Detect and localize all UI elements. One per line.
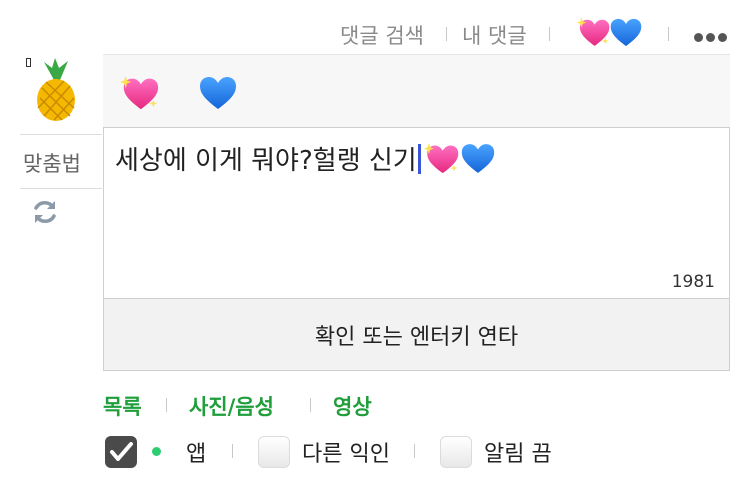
notify-off-label: 알림 끔 (484, 442, 552, 467)
submit-button[interactable]: 확인 또는 엔터키 연타 (103, 299, 730, 371)
tab-list[interactable]: 목록 (103, 391, 142, 421)
divider (20, 134, 102, 135)
divider (310, 398, 311, 412)
online-status-dot (152, 447, 161, 456)
blue-heart-icon[interactable] (609, 17, 643, 48)
search-comments-link[interactable]: 댓글 검색 (340, 20, 424, 50)
divider (446, 27, 447, 41)
app-label: 앱 (186, 442, 207, 467)
more-dots-icon[interactable] (694, 27, 734, 42)
tab-photo-voice[interactable]: 사진/음성 (189, 391, 274, 421)
comment-text-value: 세상에 이게 뭐야?헐랭 신기 (115, 146, 417, 176)
tab-video[interactable]: 영상 (333, 391, 372, 421)
other-anon-label: 다른 익인 (302, 442, 390, 467)
spellcheck-button[interactable]: 맞춤법 (20, 148, 84, 178)
divider (20, 188, 102, 189)
app-checkbox[interactable] (105, 436, 137, 468)
divider (549, 27, 550, 41)
divider (414, 444, 415, 458)
comment-textarea[interactable]: 세상에 이게 뭐야?헐랭 신기 1981 (103, 127, 730, 299)
sparkling-heart-icon (422, 141, 460, 176)
divider (166, 398, 167, 412)
comment-text: 세상에 이게 뭐야?헐랭 신기 (115, 140, 496, 177)
text-caret (417, 143, 421, 174)
notify-off-checkbox[interactable] (440, 436, 472, 468)
refresh-icon[interactable] (31, 198, 59, 226)
char-count: 1981 (671, 272, 715, 292)
my-comments-link[interactable]: 내 댓글 (462, 20, 527, 50)
divider (668, 27, 669, 41)
sparkling-heart-icon[interactable] (575, 15, 611, 49)
emoji-picker-strip (103, 54, 730, 127)
sparkling-heart-icon[interactable] (118, 73, 160, 113)
blue-heart-icon[interactable] (198, 75, 238, 111)
blue-heart-icon (460, 142, 496, 175)
divider (232, 444, 233, 458)
pineapple-icon (37, 58, 75, 121)
other-anon-checkbox[interactable] (258, 436, 290, 468)
checkmark-icon (110, 442, 133, 461)
